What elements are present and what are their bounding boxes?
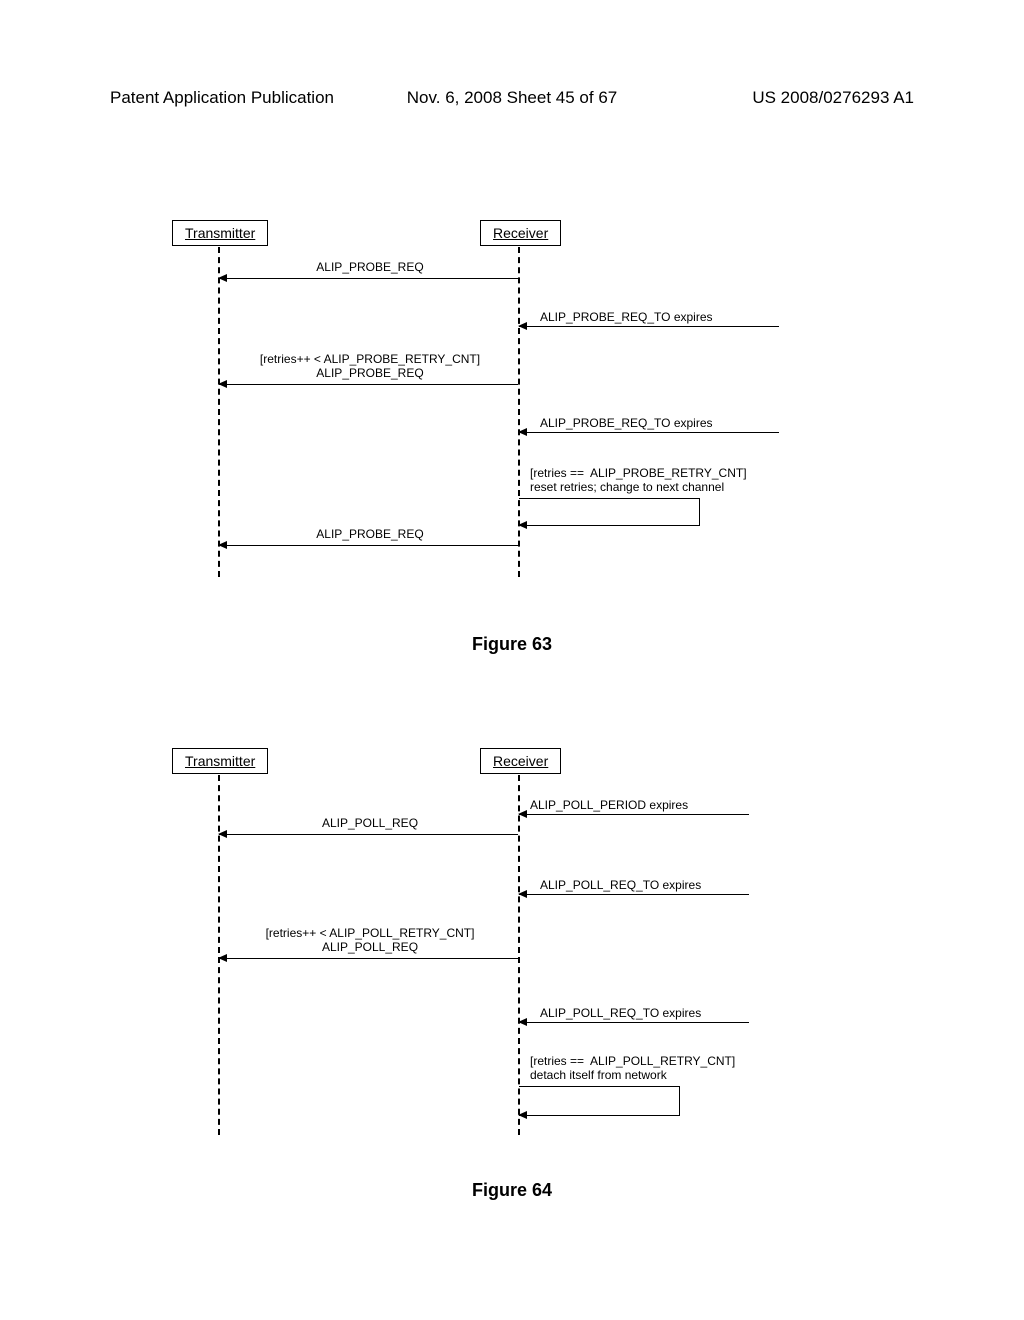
side-poll-timeout-1-label: ALIP_POLL_REQ_TO expires — [540, 878, 701, 892]
side-poll-timeout-2-label: ALIP_POLL_REQ_TO expires — [540, 1006, 701, 1020]
header-center: Nov. 6, 2008 Sheet 45 of 67 — [407, 88, 617, 108]
transmitter-box: Transmitter — [172, 220, 268, 246]
transmitter-box-64: Transmitter — [172, 748, 268, 774]
self-msg-label-64: [retries == ALIP_POLL_RETRY_CNT] detach … — [530, 1054, 735, 1082]
side-timeout-2 — [519, 432, 779, 433]
receiver-box: Receiver — [480, 220, 561, 246]
figure-63-caption: Figure 63 — [472, 634, 552, 655]
header-left: Patent Application Publication — [110, 88, 334, 108]
msg-poll-req-1 — [219, 834, 518, 835]
side-timeout-1 — [519, 326, 779, 327]
msg-probe-req-3 — [219, 545, 518, 546]
figure-64-caption: Figure 64 — [472, 1180, 552, 1201]
msg-probe-req-2 — [219, 384, 518, 385]
side-poll-timeout-2 — [519, 1022, 749, 1023]
msg-poll-req-1-label: ALIP_POLL_REQ — [220, 816, 520, 830]
side-timeout-1-label: ALIP_PROBE_REQ_TO expires — [540, 310, 713, 324]
side-timeout-2-label: ALIP_PROBE_REQ_TO expires — [540, 416, 713, 430]
msg-probe-req-1 — [219, 278, 518, 279]
msg-probe-req-1-label: ALIP_PROBE_REQ — [220, 260, 520, 274]
self-msg-shape — [519, 498, 700, 526]
side-poll-period-label: ALIP_POLL_PERIOD expires — [530, 798, 688, 812]
side-poll-period — [519, 814, 749, 815]
header-right: US 2008/0276293 A1 — [752, 88, 914, 108]
msg-probe-req-3-label: ALIP_PROBE_REQ — [220, 527, 520, 541]
page-header: Patent Application Publication Nov. 6, 2… — [110, 88, 914, 108]
self-msg-label: [retries == ALIP_PROBE_RETRY_CNT] reset … — [530, 466, 747, 494]
receiver-box-64: Receiver — [480, 748, 561, 774]
msg-poll-req-2 — [219, 958, 518, 959]
self-msg-shape-64 — [519, 1086, 680, 1116]
side-poll-timeout-1 — [519, 894, 749, 895]
msg-poll-req-2-label: [retries++ < ALIP_POLL_RETRY_CNT] ALIP_P… — [220, 926, 520, 954]
msg-probe-req-2-label: [retries++ < ALIP_PROBE_RETRY_CNT] ALIP_… — [220, 352, 520, 380]
